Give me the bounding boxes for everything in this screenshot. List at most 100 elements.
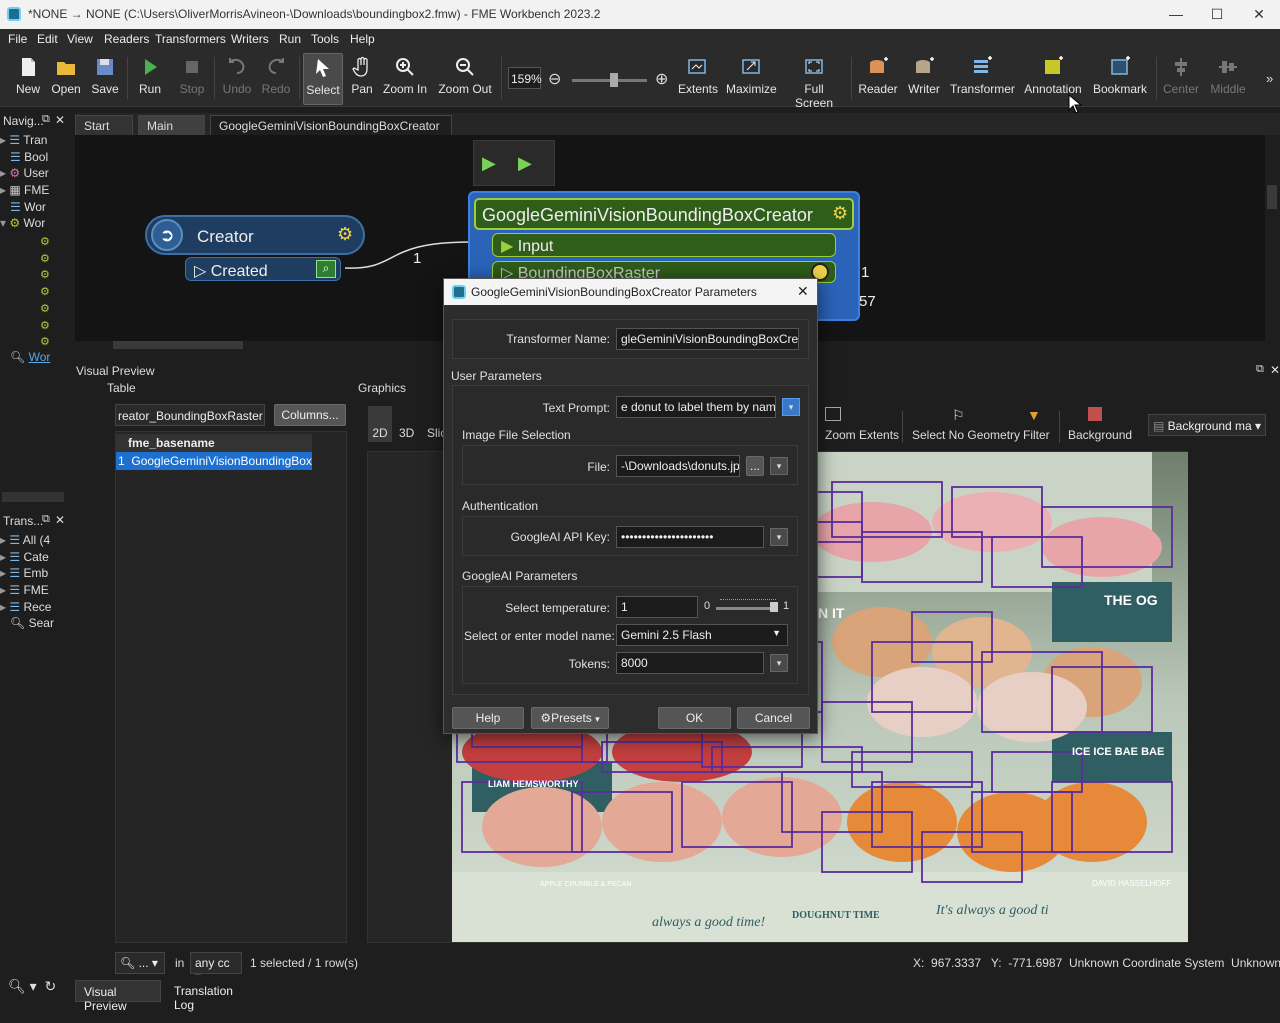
close-panel-icon[interactable]: ✕ — [55, 113, 65, 127]
view-3d-button[interactable]: 3D — [399, 426, 414, 440]
model-name-combobox[interactable]: Gemini 2.5 Flash ▼ — [616, 624, 788, 646]
gallery-item[interactable]: ▸ ☰ FME — [0, 583, 66, 599]
filter-button[interactable]: Filter — [1023, 428, 1050, 442]
pan-button[interactable]: Pan — [347, 53, 377, 105]
transformer-name-field[interactable]: gleGeminiVisionBoundingBoxCreator — [616, 328, 799, 350]
canvas-horizontal-scrollbar[interactable] — [113, 341, 243, 349]
center-button[interactable]: Center — [1162, 53, 1200, 105]
tab-visual-preview[interactable]: Visual Preview — [75, 980, 161, 1013]
gallery-item[interactable]: ▸ ☰ All (4 — [0, 533, 66, 549]
tokens-field[interactable]: 8000 — [616, 652, 764, 674]
tab-start[interactable]: Start ✕ — [75, 115, 133, 147]
tree-item[interactable]: ▸ ⚙ User — [0, 166, 66, 182]
api-key-field[interactable]: •••••••••••••••••••••• — [616, 526, 764, 548]
gallery-item[interactable]: 🔍︎ Sear — [0, 616, 66, 632]
temperature-slider[interactable] — [716, 599, 778, 613]
tab-gemini-custom-transformer[interactable]: GoogleGeminiVisionBoundingBoxCreator ✕ — [210, 115, 452, 147]
zoom-level-field[interactable]: 159% — [508, 67, 542, 89]
zoom-minus-icon[interactable]: ⊖ — [548, 69, 561, 89]
help-button[interactable]: Help — [452, 707, 524, 729]
table-selector[interactable]: reator_BoundingBoxRaster ▾ — [115, 404, 265, 426]
tree-item-search[interactable]: 🔍︎ Wor — [0, 350, 66, 366]
creator-node[interactable]: ➲ Creator ⚙ — [145, 215, 365, 255]
horizontal-scrollbar[interactable] — [2, 492, 64, 502]
maximize-button[interactable]: Maximize — [726, 53, 777, 105]
menu-readers[interactable]: Readers — [104, 32, 149, 46]
zoom-slider-handle[interactable] — [610, 73, 618, 87]
redo-button[interactable]: Redo — [259, 53, 293, 105]
run-button[interactable]: Run — [132, 53, 168, 105]
tree-item[interactable]: ▾ ⚙ Wor — [0, 216, 66, 232]
zoom-out-button[interactable]: Zoom Out — [437, 53, 493, 105]
column-header[interactable]: fme_basename — [116, 434, 312, 452]
add-reader-button[interactable]: Reader — [858, 53, 898, 105]
tree-item[interactable]: ▸ ▦ FME — [0, 183, 66, 199]
view-2d-button[interactable]: 2D — [368, 406, 392, 442]
search-scope-selector[interactable]: any cc ▾ — [190, 952, 242, 984]
save-button[interactable]: Save — [87, 53, 123, 105]
toolbar-overflow-icon[interactable]: » — [1266, 71, 1273, 86]
open-button[interactable]: Open — [48, 53, 84, 105]
gemini-input-port[interactable]: ▶ Input — [492, 233, 836, 257]
tree-item[interactable]: ☰ Bool — [0, 150, 66, 166]
temperature-field[interactable]: 1 — [616, 596, 698, 618]
zoom-in-button[interactable]: Zoom In — [382, 53, 428, 105]
undo-button[interactable]: Undo — [220, 53, 254, 105]
ok-button[interactable]: OK — [658, 707, 731, 729]
tree-item[interactable]: ☰ Wor — [0, 200, 66, 216]
maximize-icon[interactable]: ☐ — [1207, 6, 1227, 23]
bookmark-button[interactable]: Bookmark — [1092, 53, 1148, 105]
run-to-this-icon[interactable]: ▶ — [482, 153, 506, 175]
background-button[interactable]: Background — [1068, 428, 1132, 442]
columns-button[interactable]: Columns... — [274, 404, 346, 426]
text-prompt-field[interactable]: e donut to label them by name. — [616, 396, 776, 418]
close-panel-icon[interactable]: ✕ — [1270, 363, 1280, 377]
float-icon[interactable]: ⧉ — [1256, 363, 1264, 376]
tree-item[interactable]: ▸ ☰ Tran — [0, 133, 66, 149]
float-icon[interactable]: ⧉ — [42, 113, 50, 126]
file-path-field[interactable]: -\Downloads\donuts.jpg — [616, 455, 740, 477]
gallery-item[interactable]: ▸ ☰ Cate — [0, 550, 66, 566]
stop-button[interactable]: Stop — [176, 53, 208, 105]
menu-edit[interactable]: Edit — [37, 32, 58, 46]
gallery-item[interactable]: ▸ ☰ Emb — [0, 566, 66, 582]
menu-file[interactable]: File — [8, 32, 27, 46]
tokens-options-dropdown[interactable]: ▾ — [770, 654, 788, 672]
menu-tools[interactable]: Tools — [311, 32, 339, 46]
zoom-plus-icon[interactable]: ⊕ — [655, 69, 668, 89]
close-icon[interactable]: ✕ — [1249, 6, 1269, 23]
tab-translation-log[interactable]: Translation Log — [166, 980, 260, 1012]
middle-button[interactable]: Middle — [1208, 53, 1248, 105]
menu-transformers[interactable]: Transformers — [155, 32, 226, 46]
presets-button[interactable]: ⚙Presets ▾ — [531, 707, 609, 729]
float-icon[interactable]: ⧉ — [42, 513, 50, 526]
background-map-selector[interactable]: ▤ Background ma ▾ — [1148, 414, 1266, 436]
run-from-this-icon[interactable]: ▶ — [518, 153, 542, 175]
full-screen-button[interactable]: Full Screen — [786, 53, 842, 110]
select-button[interactable]: Select — [303, 53, 343, 105]
extents-button[interactable]: Extents — [678, 53, 718, 105]
menu-writers[interactable]: Writers — [231, 32, 269, 46]
tab-main[interactable]: Main ✕ — [138, 115, 205, 147]
zoom-extents-button[interactable]: Zoom Extents — [825, 428, 899, 442]
close-icon[interactable]: ✕ — [797, 283, 809, 300]
gallery-item[interactable]: ▸ ☰ Rece — [0, 600, 66, 616]
new-button[interactable]: New — [10, 53, 46, 105]
creator-output-port[interactable]: ▷ Created ⌕ — [185, 257, 341, 281]
nav-search-icon[interactable]: 🔍︎ ▾ ↻ — [0, 975, 66, 1003]
temperature-slider-handle[interactable] — [770, 602, 778, 612]
browse-file-button[interactable]: ... — [746, 456, 764, 476]
file-options-dropdown[interactable]: ▾ — [770, 457, 788, 475]
text-prompt-editor-button[interactable]: ▾ — [782, 398, 800, 416]
table-row[interactable]: 1 GoogleGeminiVisionBoundingBox... — [116, 452, 312, 470]
canvas-vertical-scrollbar[interactable] — [1267, 185, 1277, 209]
close-panel-icon[interactable]: ✕ — [55, 513, 65, 527]
menu-view[interactable]: View — [67, 32, 93, 46]
api-key-options-dropdown[interactable]: ▾ — [770, 528, 788, 546]
minimize-icon[interactable]: — — [1166, 6, 1186, 22]
add-writer-button[interactable]: Writer — [904, 53, 944, 105]
gear-icon[interactable]: ⚙ — [832, 203, 848, 224]
cancel-button[interactable]: Cancel — [737, 707, 810, 729]
menu-help[interactable]: Help — [350, 32, 375, 46]
inspect-cache-icon[interactable]: ⌕ — [316, 260, 336, 278]
